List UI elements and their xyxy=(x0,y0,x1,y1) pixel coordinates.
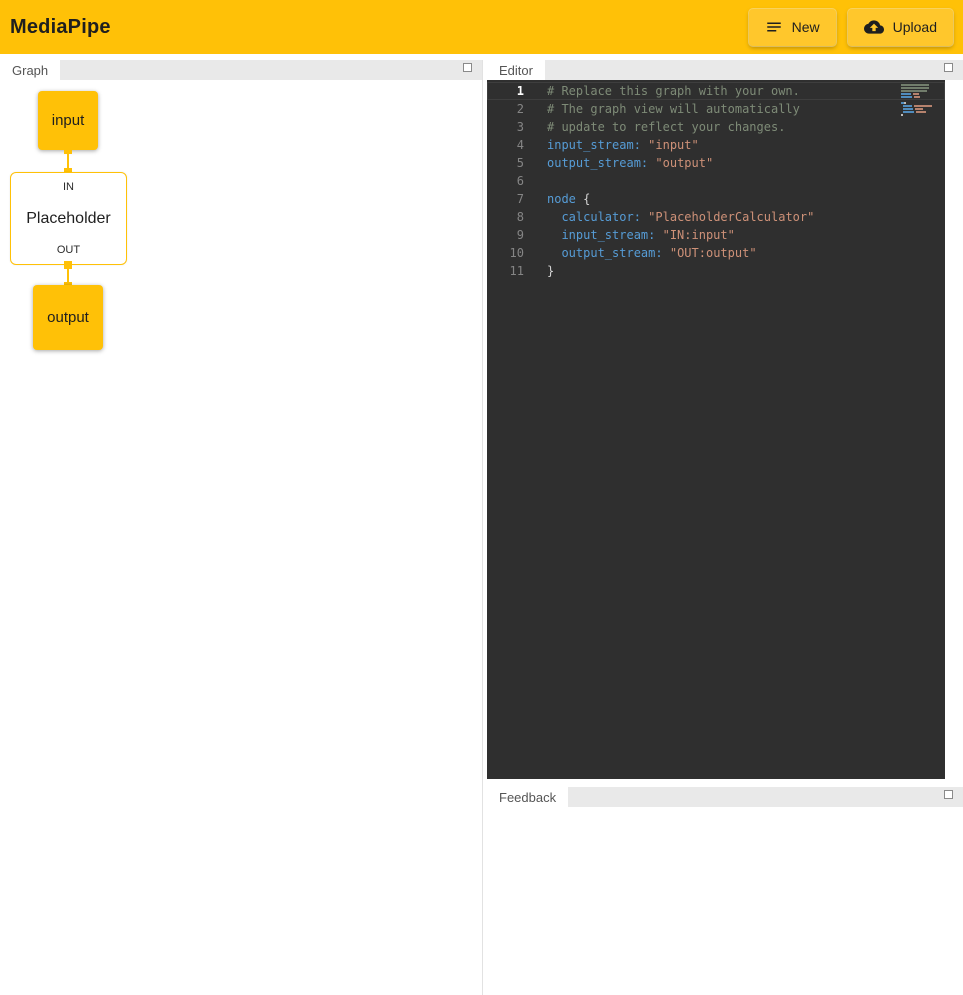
code-line[interactable]: 8 calculator: "PlaceholderCalculator" xyxy=(487,208,945,226)
graph-tab-strip: Graph xyxy=(0,60,482,80)
code-line[interactable]: 6 xyxy=(487,172,945,190)
cloud-upload-icon xyxy=(864,17,884,37)
code-line[interactable]: 7node { xyxy=(487,190,945,208)
maximize-feedback-icon[interactable] xyxy=(944,790,953,799)
code-line[interactable]: 1# Replace this graph with your own. xyxy=(487,82,945,100)
graph-node-output[interactable]: output xyxy=(33,285,103,350)
graph-node-input-label: input xyxy=(52,112,85,129)
upload-button[interactable]: Upload xyxy=(848,9,953,46)
feedback-content xyxy=(487,807,963,995)
feedback-panel: Feedback xyxy=(487,787,963,995)
right-column: Editor 1# Replace this graph with your o… xyxy=(487,60,963,995)
tab-feedback-label: Feedback xyxy=(499,790,556,805)
code-editor[interactable]: 1# Replace this graph with your own.2# T… xyxy=(487,80,945,779)
editor-minimap[interactable] xyxy=(901,84,939,117)
tab-editor[interactable]: Editor xyxy=(487,60,545,80)
code-line[interactable]: 11} xyxy=(487,262,945,280)
out-port-label: OUT xyxy=(57,244,80,256)
code-line[interactable]: 5output_stream: "output" xyxy=(487,154,945,172)
tab-feedback[interactable]: Feedback xyxy=(487,787,568,807)
header-actions: New Upload xyxy=(749,9,953,46)
code-line[interactable]: 3# update to reflect your changes. xyxy=(487,118,945,136)
code-line[interactable]: 4input_stream: "input" xyxy=(487,136,945,154)
tab-graph[interactable]: Graph xyxy=(0,60,60,80)
app-title: MediaPipe xyxy=(10,16,111,39)
new-button-label: New xyxy=(792,19,820,35)
notes-icon xyxy=(765,18,783,36)
code-lines: 1# Replace this graph with your own.2# T… xyxy=(487,82,945,280)
graph-node-placeholder[interactable]: IN Placeholder OUT xyxy=(10,172,127,265)
graph-canvas[interactable]: input IN Placeholder OUT output xyxy=(0,80,482,995)
app-header: MediaPipe New Upload xyxy=(0,0,963,54)
code-line[interactable]: 2# The graph view will automatically xyxy=(487,100,945,118)
graph-node-input[interactable]: input xyxy=(38,91,98,150)
code-line[interactable]: 9 input_stream: "IN:input" xyxy=(487,226,945,244)
graph-panel: Graph input IN Placeholder OUT output xyxy=(0,60,483,995)
new-button[interactable]: New xyxy=(749,9,836,46)
in-port-label: IN xyxy=(63,181,74,193)
feedback-tab-strip: Feedback xyxy=(487,787,963,807)
editor-panel: Editor 1# Replace this graph with your o… xyxy=(487,60,963,779)
upload-button-label: Upload xyxy=(893,19,937,35)
tab-graph-label: Graph xyxy=(12,63,48,78)
maximize-editor-icon[interactable] xyxy=(944,63,953,72)
main-area: Graph input IN Placeholder OUT output xyxy=(0,54,963,995)
maximize-graph-icon[interactable] xyxy=(463,63,472,72)
code-line[interactable]: 10 output_stream: "OUT:output" xyxy=(487,244,945,262)
editor-tab-strip: Editor xyxy=(487,60,963,80)
placeholder-node-label: Placeholder xyxy=(26,210,111,228)
tab-editor-label: Editor xyxy=(499,63,533,78)
graph-node-output-label: output xyxy=(47,309,89,326)
